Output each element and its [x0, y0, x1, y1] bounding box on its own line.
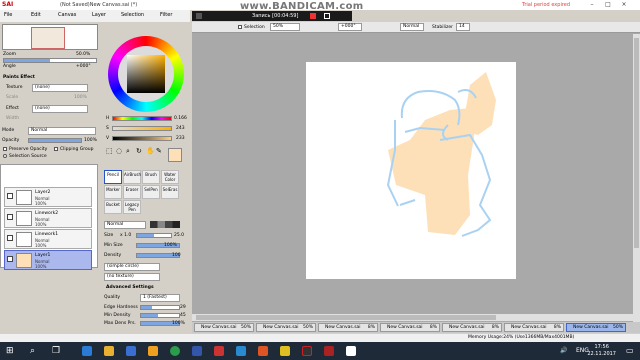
- volume-icon[interactable]: 🔊: [560, 347, 567, 354]
- horizontal-scrollbar[interactable]: [192, 314, 633, 321]
- app-icon[interactable]: [236, 346, 246, 356]
- search-icon[interactable]: ⌕: [30, 346, 35, 356]
- windows-taskbar: ⊞ ⌕ ❐ 🔊 ENG 17:56 22.11.2017 ▭: [0, 342, 640, 360]
- clock-time: 17:56: [594, 344, 609, 350]
- doc-tab-zoom: 50%: [302, 325, 313, 330]
- vertical-scroll-thumb[interactable]: [634, 38, 639, 248]
- doc-tab-zoom: 8%: [429, 325, 437, 330]
- app-icon[interactable]: [258, 346, 268, 356]
- windows-start-icon[interactable]: ⊞: [6, 346, 14, 356]
- doc-tab-zoom: 8%: [553, 325, 561, 330]
- doc-tab-zoom: 8%: [367, 325, 375, 330]
- doc-tab[interactable]: New Canvas.sai 8%: [318, 323, 378, 332]
- app-icon[interactable]: [346, 346, 356, 356]
- edge-browser-icon[interactable]: [82, 346, 92, 356]
- doc-tab-name: New Canvas.sai: [325, 325, 361, 330]
- doc-tab[interactable]: New Canvas.sai 8%: [504, 323, 564, 332]
- doc-tab[interactable]: New Canvas.sai 8%: [380, 323, 440, 332]
- app-icon[interactable]: [280, 346, 290, 356]
- memory-usage: Memory Usage:24% (Use1366MB/Max4001MB): [468, 335, 575, 340]
- horizontal-scroll-thumb[interactable]: [196, 315, 496, 320]
- sketch-drawing: [386, 72, 496, 237]
- task-view-icon[interactable]: ❐: [52, 346, 60, 356]
- system-clock[interactable]: 17:56 22.11.2017: [587, 344, 616, 358]
- notifications-icon[interactable]: ▭: [626, 346, 634, 355]
- sai-window: SAI (Not Saved)New Canvas.sai (*) Trial …: [0, 0, 640, 360]
- app-icon[interactable]: [192, 346, 202, 356]
- vertical-scrollbar[interactable]: [633, 34, 640, 322]
- doc-tab[interactable]: New Canvas.sai 50%: [256, 323, 316, 332]
- doc-tab[interactable]: New Canvas.sai 8%: [442, 323, 502, 332]
- doc-tab-zoom: 50%: [612, 325, 623, 330]
- doc-tab-name: New Canvas.sai: [511, 325, 547, 330]
- bandicam-icon[interactable]: [302, 346, 312, 356]
- doc-tab[interactable]: New Canvas.sai 50%: [194, 323, 254, 332]
- app-icon[interactable]: [214, 346, 224, 356]
- doc-tab-zoom: 50%: [240, 325, 251, 330]
- clock-date: 22.11.2017: [587, 351, 616, 357]
- fill-body: [388, 108, 475, 235]
- doc-tab-name: New Canvas.sai: [387, 325, 423, 330]
- doc-tab-zoom: 8%: [491, 325, 499, 330]
- fill-head: [462, 72, 496, 135]
- sai-app-icon[interactable]: [324, 346, 334, 356]
- doc-tab-name: New Canvas.sai: [263, 325, 299, 330]
- doc-tab-active[interactable]: New Canvas.sai 50%: [566, 323, 626, 332]
- document-tabs: New Canvas.sai 50% New Canvas.sai 50% New …: [192, 322, 640, 333]
- doc-tab-name: New Canvas.sai: [449, 325, 485, 330]
- status-bar: Memory Usage:24% (Use1366MB/Max4001MB): [0, 334, 640, 342]
- chrome-icon[interactable]: [170, 346, 180, 356]
- doc-tab-name: New Canvas.sai: [573, 325, 609, 330]
- app-icon[interactable]: [148, 346, 158, 356]
- doc-tab-name: New Canvas.sai: [201, 325, 237, 330]
- file-explorer-icon[interactable]: [104, 346, 114, 356]
- store-icon[interactable]: [126, 346, 136, 356]
